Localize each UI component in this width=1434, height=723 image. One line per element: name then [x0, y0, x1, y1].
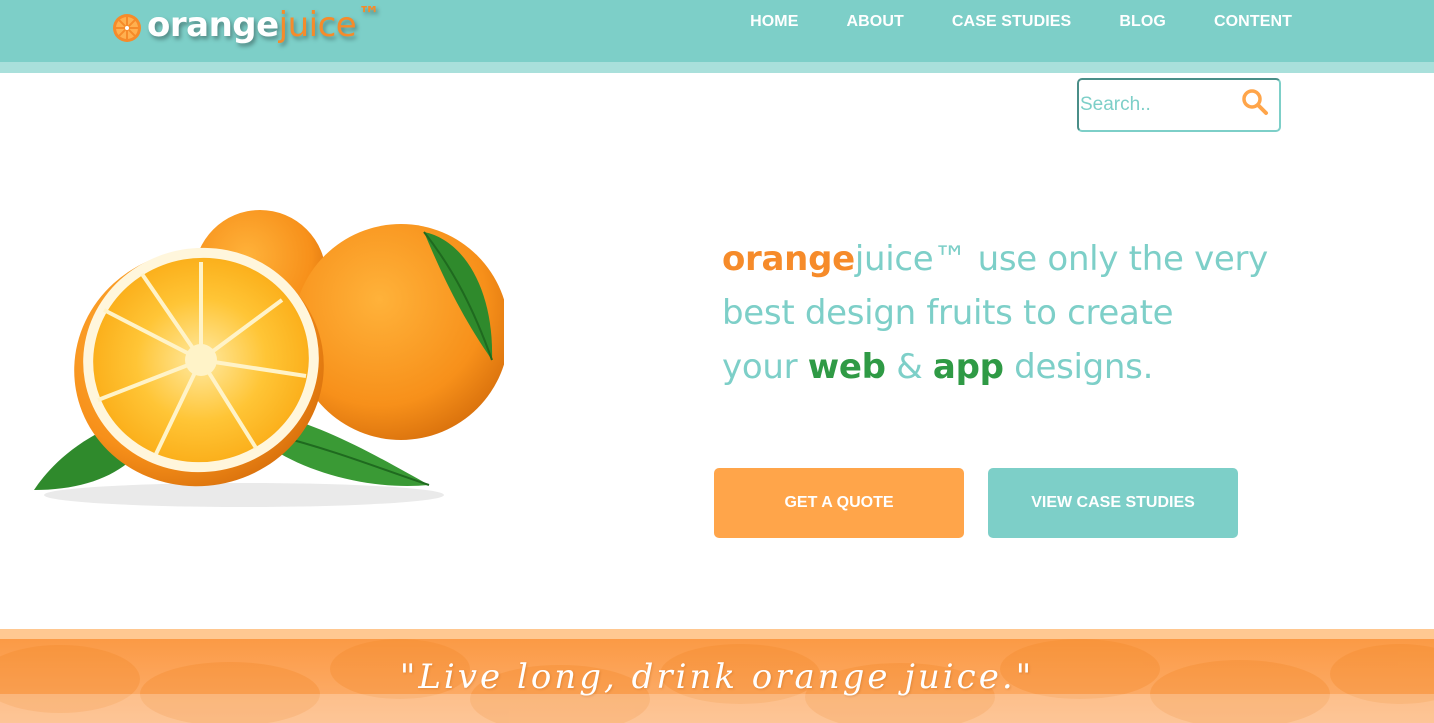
nav-item-case-studies[interactable]: CASE STUDIES	[952, 13, 1071, 31]
search-box	[1077, 78, 1281, 132]
tagline-amp: &	[885, 347, 933, 387]
site-header: orangejuice™ HOME ABOUT CASE STUDIES BLO…	[0, 0, 1434, 62]
tagline-line3-end: designs.	[1003, 347, 1154, 387]
orange-slice-icon	[113, 14, 141, 42]
header-stripe	[0, 62, 1434, 73]
logo-juice-text: juice	[278, 5, 357, 45]
logo-orange-text: orange	[147, 5, 279, 45]
footer-quote: "Live long, drink orange juice."	[399, 657, 1035, 697]
quote-band: "Live long, drink orange juice."	[0, 639, 1434, 723]
nav-item-home[interactable]: HOME	[750, 13, 798, 31]
logo-trademark: ™	[358, 3, 380, 28]
hero-tagline: orangejuice™ use only the very best desi…	[722, 232, 1282, 394]
site-logo[interactable]: orangejuice™	[112, 5, 380, 51]
tagline-web: web	[807, 347, 886, 387]
search-input[interactable]	[1079, 80, 1229, 130]
nav-item-about[interactable]: ABOUT	[847, 13, 904, 31]
logo-wordmark: orangejuice™	[147, 3, 380, 46]
tagline-line3-start: your	[722, 347, 808, 387]
nav-item-blog[interactable]: BLOG	[1119, 13, 1166, 31]
search-icon[interactable]	[1241, 88, 1269, 116]
tagline-line1-rest: use only the very	[967, 239, 1269, 279]
quote-band-stripe	[0, 629, 1434, 639]
main-nav: HOME ABOUT CASE STUDIES BLOG CONTENT	[702, 13, 1292, 31]
view-case-studies-button[interactable]: VIEW CASE STUDIES	[988, 468, 1238, 538]
tagline-app: app	[932, 347, 1004, 387]
tagline-brand-rest: juice™	[854, 239, 968, 279]
oranges-hero-image	[34, 210, 504, 507]
tagline-brand-bold: orange	[722, 239, 855, 279]
tagline-line2: best design fruits to create	[722, 293, 1174, 333]
get-a-quote-button[interactable]: GET A QUOTE	[714, 468, 964, 538]
nav-item-content[interactable]: CONTENT	[1214, 13, 1292, 31]
